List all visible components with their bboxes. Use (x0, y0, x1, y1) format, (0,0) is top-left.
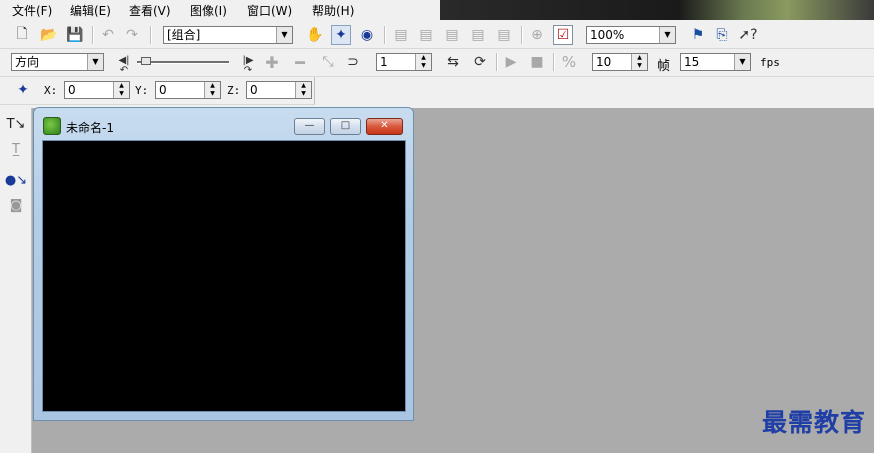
percent-spinner[interactable]: 10 ▲ ▼ (592, 53, 648, 71)
frame-label: 帧 (657, 59, 671, 74)
checkbox-tool-icon[interactable]: ☑ (553, 25, 573, 45)
timeline-slider-thumb[interactable] (141, 57, 152, 65)
y-label: Y: (135, 84, 149, 97)
align-right-icon[interactable]: ▤ (442, 25, 462, 45)
menu-file[interactable]: 文件(F) (12, 2, 52, 19)
minimize-icon: — (304, 120, 315, 131)
step-spinner[interactable]: 1 ▲ ▼ (376, 53, 432, 71)
remove-keyframe-icon[interactable]: ━ (290, 52, 310, 72)
close-button[interactable]: ✕ (366, 118, 403, 135)
object-frame-icon[interactable]: ◙ (6, 195, 26, 215)
maximize-icon: □ (340, 120, 351, 131)
object-tool-icon[interactable]: ●↘ (5, 170, 27, 190)
align-top-icon[interactable]: ▤ (468, 25, 488, 45)
y-spinner[interactable]: 0 ▲ ▼ (155, 81, 221, 99)
help-pointer-icon[interactable]: ➚? (738, 25, 758, 45)
app-icon (43, 117, 61, 135)
group-combo[interactable]: [组合] ▼ (163, 26, 293, 44)
text-frame-icon[interactable]: T̲ (6, 139, 26, 159)
x-spinner[interactable]: 0 ▲ ▼ (64, 81, 130, 99)
menu-edit[interactable]: 编辑(E) (70, 2, 111, 19)
animation-toolbar: 方向 ▼ ◀| ↶ |▶ ↷ ✚ ━ ⤡ ⊃ 1 ▲ ▼ ⇆ ⟳ ▶ ■ % 10… (0, 49, 874, 77)
separator (553, 53, 555, 71)
bounce-icon[interactable]: ⇆ (443, 52, 463, 72)
chevron-down-icon[interactable]: ▼ (659, 27, 675, 43)
close-icon: ✕ (380, 120, 389, 131)
spin-arrows-icon[interactable]: ▲ ▼ (631, 54, 647, 70)
step-spinner-value: 1 (380, 55, 388, 69)
separator (150, 26, 152, 44)
zoom-combo[interactable]: 100% ▼ (586, 26, 676, 44)
separator (92, 26, 94, 44)
play-icon[interactable]: ▶ (501, 52, 521, 72)
menu-window[interactable]: 窗口(W) (247, 2, 292, 19)
spin-arrows-icon[interactable]: ▲ ▼ (295, 82, 311, 98)
text-tool-icon[interactable]: T↘ (6, 114, 26, 134)
align-left-icon[interactable]: ▤ (391, 25, 411, 45)
align-bottom-icon[interactable]: ▤ (494, 25, 514, 45)
z-spinner-value: 0 (250, 83, 258, 97)
undo-icon[interactable]: ↶ (98, 25, 118, 45)
z-label: Z: (227, 84, 241, 97)
open-folder-icon[interactable]: 📂 (39, 25, 59, 45)
fps-combo-value: 15 (684, 55, 700, 69)
direction-combo[interactable]: 方向 ▼ (11, 53, 104, 71)
coordinates-toolbar: ✦ X: 0 ▲ ▼ Y: 0 ▲ ▼ Z: 0 ▲ ▼ (0, 77, 315, 105)
document-window[interactable]: 未命名-1 — □ ✕ (33, 107, 414, 421)
watermark-text: 最需教育 (761, 408, 866, 437)
menu-bar: 文件(F) 编辑(E) 查看(V) 图像(I) 窗口(W) 帮助(H) (0, 0, 440, 20)
y-spinner-value: 0 (159, 83, 167, 97)
fps-label: fps (760, 56, 780, 69)
hand-pan-icon[interactable]: ✋ (305, 25, 325, 45)
object-toolbar: T↘ T̲ ●↘ ◙ (0, 108, 32, 453)
rotate-tool-icon[interactable]: ✦ (331, 25, 351, 45)
spin-arrows-icon[interactable]: ▲ ▼ (113, 82, 129, 98)
separator (521, 26, 523, 44)
chevron-down-icon[interactable]: ▼ (734, 54, 750, 70)
zoom-combo-value: 100% (590, 28, 625, 42)
menu-help[interactable]: 帮助(H) (312, 2, 354, 19)
x-label: X: (44, 84, 58, 97)
loop-back-icon[interactable]: ⊃ (343, 52, 363, 72)
z-spinner[interactable]: 0 ▲ ▼ (246, 81, 312, 99)
render-icon[interactable]: ⚑ (688, 25, 708, 45)
chevron-down-icon[interactable]: ▼ (276, 27, 292, 43)
background-photo-strip (440, 0, 874, 20)
align-center-icon[interactable]: ▤ (416, 25, 436, 45)
percent-spinner-value: 10 (596, 55, 612, 69)
separator (496, 53, 498, 71)
minimize-button[interactable]: — (294, 118, 325, 135)
maximize-button[interactable]: □ (330, 118, 361, 135)
add-keyframe-icon[interactable]: ✚ (262, 52, 282, 72)
document-canvas[interactable] (42, 140, 406, 412)
stop-icon[interactable]: ■ (527, 52, 547, 72)
repeat-icon[interactable]: ⟳ (470, 52, 490, 72)
scale-tool-icon[interactable]: ◉ (357, 25, 377, 45)
percent-icon: % (561, 53, 577, 71)
globe-icon[interactable]: ⊕ (527, 25, 547, 45)
menu-image[interactable]: 图像(I) (190, 2, 227, 19)
menu-view[interactable]: 查看(V) (129, 2, 171, 19)
x-spinner-value: 0 (68, 83, 76, 97)
export-icon[interactable]: ⎘ (712, 25, 732, 45)
fps-combo[interactable]: 15 ▼ (680, 53, 751, 71)
save-icon[interactable]: 💾 (65, 25, 85, 45)
rotate-tool-icon: ✦ (17, 82, 29, 98)
direction-combo-value: 方向 (15, 55, 40, 69)
group-combo-value: [组合] (167, 28, 201, 42)
chevron-down-icon[interactable]: ▼ (87, 54, 103, 70)
spin-arrows-icon[interactable]: ▲ ▼ (415, 54, 431, 70)
separator (384, 26, 386, 44)
redo-icon[interactable]: ↷ (122, 25, 142, 45)
new-file-icon[interactable]: 🗋 (12, 25, 32, 45)
document-title: 未命名-1 (66, 121, 114, 135)
tween-icon[interactable]: ⤡ (318, 52, 338, 72)
main-toolbar: 🗋 📂 💾 ↶ ↷ [组合] ▼ ✋ ✦ ◉ ▤ ▤ ▤ ▤ ▤ ⊕ ☑ 100… (0, 22, 874, 49)
spin-arrows-icon[interactable]: ▲ ▼ (204, 82, 220, 98)
